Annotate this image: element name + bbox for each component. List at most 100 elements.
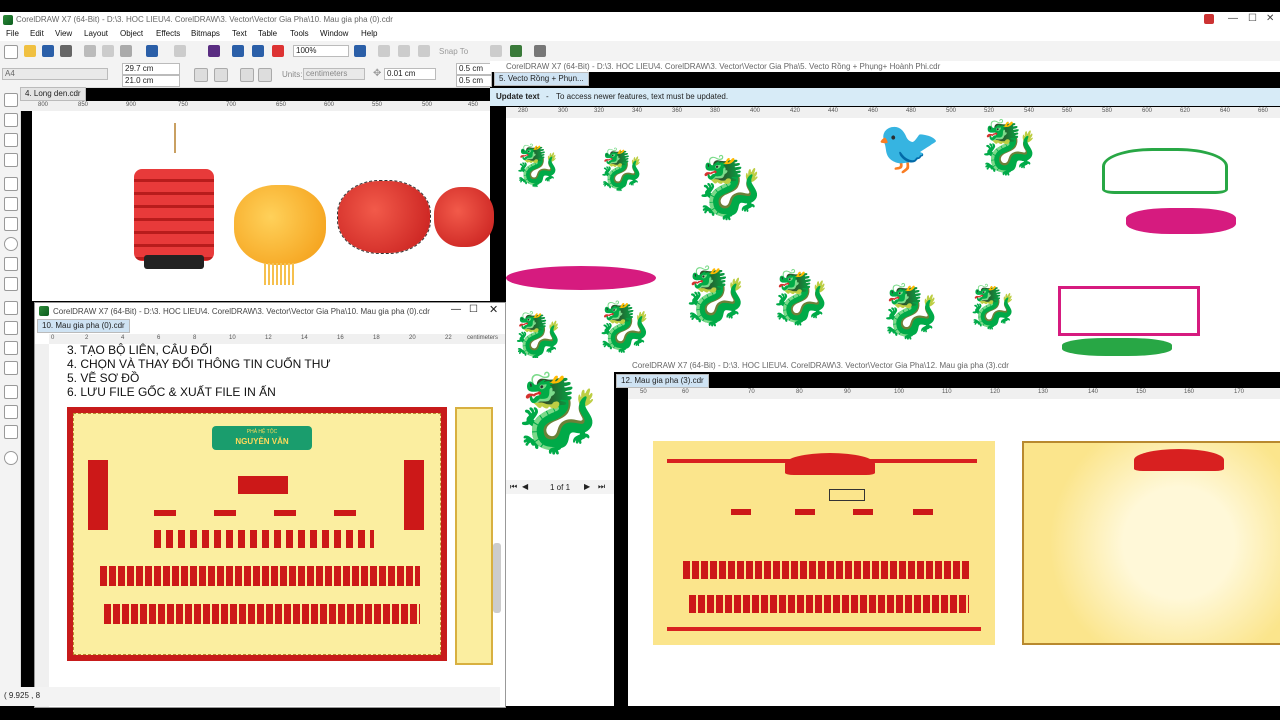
vecto-canvas[interactable]: 🐉 🐉 🐉 🐦 🐉 🐉 🐉 🐉 🐉 🐉 🐉 xyxy=(506,118,1280,358)
user-icon[interactable] xyxy=(1204,14,1214,24)
lantern-orange[interactable] xyxy=(234,185,326,265)
new-icon[interactable] xyxy=(4,45,18,59)
options-icon[interactable] xyxy=(490,45,502,57)
last-page-icon[interactable]: ⏭ xyxy=(598,482,605,492)
tree-node[interactable] xyxy=(731,509,751,515)
show-rulers-icon[interactable] xyxy=(378,45,390,57)
generation-row-1[interactable] xyxy=(683,561,971,579)
redo-icon[interactable] xyxy=(174,45,186,57)
text-tool-icon[interactable] xyxy=(4,277,18,291)
ornament-green[interactable] xyxy=(1102,148,1228,194)
tab-mau-gia-pha-3[interactable]: 12. Mau gia pha (3).cdr xyxy=(616,374,709,388)
save-icon[interactable] xyxy=(42,45,54,57)
dragon-green[interactable]: 🐉 xyxy=(594,304,654,352)
menu-tools[interactable]: Tools xyxy=(290,29,309,38)
publish-pdf-icon[interactable] xyxy=(272,45,284,57)
snap-to-dropdown[interactable]: Snap To xyxy=(439,47,468,56)
tree-node[interactable] xyxy=(334,510,356,516)
copy-icon[interactable] xyxy=(102,45,114,57)
minimize-button[interactable]: — xyxy=(1228,13,1238,24)
menu-effects[interactable]: Effects xyxy=(156,29,180,38)
transparency-tool-icon[interactable] xyxy=(4,361,18,375)
connector-tool-icon[interactable] xyxy=(4,321,18,335)
rectangle-tool-icon[interactable] xyxy=(4,217,18,231)
tree-node[interactable] xyxy=(853,509,873,515)
undo-icon[interactable] xyxy=(146,45,158,57)
full-screen-icon[interactable] xyxy=(354,45,366,57)
show-guidelines-icon[interactable] xyxy=(418,45,430,57)
print-icon[interactable] xyxy=(60,45,72,57)
long-den-canvas[interactable] xyxy=(32,111,494,301)
drop-shadow-icon[interactable] xyxy=(4,341,18,355)
maximize-button[interactable]: ☐ xyxy=(1248,13,1257,24)
open-icon[interactable] xyxy=(24,45,36,57)
shape-tool-icon[interactable] xyxy=(4,113,18,127)
portrait-icon[interactable] xyxy=(194,68,208,82)
tree-node[interactable] xyxy=(154,510,176,516)
polygon-tool-icon[interactable] xyxy=(4,257,18,271)
units-dropdown[interactable]: centimeters xyxy=(303,68,365,80)
tree-node[interactable] xyxy=(913,509,933,515)
generation-row-1[interactable] xyxy=(100,566,420,586)
page-height-field[interactable]: 21.0 cm xyxy=(122,75,180,87)
dragon-lightblue[interactable]: 🐉 xyxy=(966,286,1018,328)
zoom-level-field[interactable]: 100% xyxy=(293,45,349,57)
smart-fill-icon[interactable] xyxy=(4,425,18,439)
ornament-pink-band[interactable] xyxy=(506,266,656,290)
ornament-magenta[interactable] xyxy=(1126,208,1236,234)
current-page-icon[interactable] xyxy=(258,68,272,82)
dragon-purple-2[interactable]: 🐉 xyxy=(878,286,943,338)
lantern-red-small[interactable] xyxy=(434,187,494,247)
mau0-close-button[interactable]: ✕ xyxy=(489,303,498,316)
dragon-cyan[interactable]: 🐉 xyxy=(692,158,767,218)
artistic-media-icon[interactable] xyxy=(4,197,18,211)
dragon-magenta[interactable]: 🐉 xyxy=(976,122,1041,174)
welcome-screen-icon[interactable] xyxy=(534,45,546,57)
interactive-fill-icon[interactable] xyxy=(4,405,18,419)
menu-help[interactable]: Help xyxy=(361,29,377,38)
freehand-tool-icon[interactable] xyxy=(4,177,18,191)
mau0-maximize-button[interactable]: ☐ xyxy=(469,304,478,315)
ornament-green-band[interactable] xyxy=(1062,338,1172,356)
duplicate-x-field[interactable]: 0.5 cm xyxy=(456,63,492,75)
first-page-icon[interactable]: ⏮ xyxy=(510,482,517,492)
page-size-dropdown[interactable]: A4 xyxy=(2,68,108,80)
menu-file[interactable]: File xyxy=(6,29,19,38)
ornament-frame[interactable] xyxy=(1058,286,1200,336)
mau3-canvas[interactable] xyxy=(628,399,1280,706)
add-tool-icon[interactable] xyxy=(4,451,18,465)
dragon-pink-2[interactable]: 🐉 xyxy=(768,272,833,324)
landscape-icon[interactable] xyxy=(214,68,228,82)
tab-mau-gia-pha-0[interactable]: 10. Mau gia pha (0).cdr xyxy=(37,319,130,333)
menu-window[interactable]: Window xyxy=(320,29,348,38)
selected-root-box[interactable] xyxy=(829,489,865,501)
crop-tool-icon[interactable] xyxy=(4,133,18,147)
pick-tool-icon[interactable] xyxy=(4,93,18,107)
nudge-distance-field[interactable]: 0.01 cm xyxy=(384,68,436,80)
tree-node[interactable] xyxy=(274,510,296,516)
menu-object[interactable]: Object xyxy=(120,29,143,38)
menu-text[interactable]: Text xyxy=(232,29,247,38)
vecto-canvas-lower[interactable]: 🐉 xyxy=(506,358,614,480)
root-node[interactable] xyxy=(238,476,288,494)
dragon-purple-1[interactable]: 🐉 xyxy=(596,150,646,190)
couplet-left[interactable] xyxy=(88,460,108,530)
phoenix-green[interactable]: 🐦 xyxy=(876,122,941,174)
duplicate-y-field[interactable]: 0.5 cm xyxy=(456,75,492,87)
mau0-minimize-button[interactable]: — xyxy=(451,304,461,315)
dragon-pink-1[interactable]: 🐉 xyxy=(512,146,562,186)
paste-icon[interactable] xyxy=(120,45,132,57)
generation-row-2[interactable] xyxy=(104,604,420,624)
show-grid-icon[interactable] xyxy=(398,45,410,57)
menu-view[interactable]: View xyxy=(55,29,72,38)
family-tree-frame[interactable]: PHẢ HỆ TỘC NGUYỄN VĂN xyxy=(67,407,447,661)
couplet-right[interactable] xyxy=(404,460,424,530)
cut-icon[interactable] xyxy=(84,45,96,57)
close-button[interactable]: ✕ xyxy=(1266,13,1274,24)
generation-row-0[interactable] xyxy=(154,530,374,548)
eyedropper-icon[interactable] xyxy=(4,385,18,399)
export-icon[interactable] xyxy=(252,45,264,57)
next-page-icon[interactable]: ▶ xyxy=(584,482,590,491)
menu-bitmaps[interactable]: Bitmaps xyxy=(191,29,220,38)
tab-vecto-rong[interactable]: 5. Vecto Rồng + Phụn... xyxy=(494,72,589,86)
